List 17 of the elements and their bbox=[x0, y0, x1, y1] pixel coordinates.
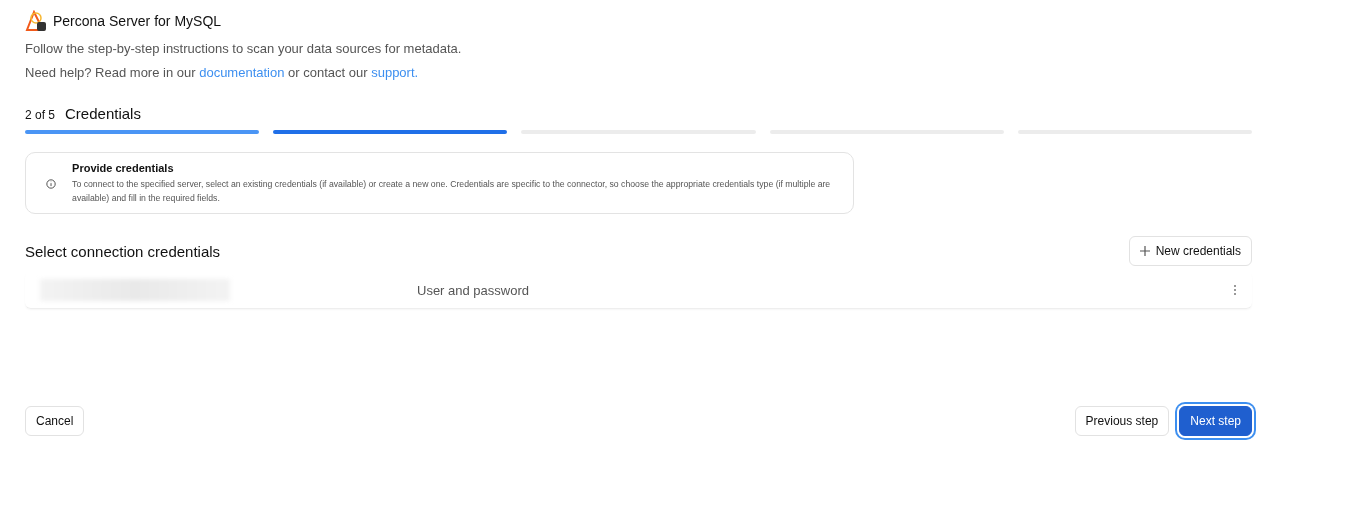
step-title: Credentials bbox=[65, 105, 141, 122]
cancel-button[interactable]: Cancel bbox=[25, 406, 85, 436]
page-subtitle: Follow the step-by-step instructions to scan your data sources for metadata. bbox=[25, 41, 463, 56]
previous-step-button[interactable]: Previous step bbox=[1074, 406, 1170, 436]
info-title: Provide credentials bbox=[72, 162, 175, 174]
info-text: To connect to the specified server, select an existing credentials (if available) or create a new one. Credentials are specific to the connector, so choose the appropriate credentials type (if multiple are available) and fill in the required fields. bbox=[72, 178, 832, 205]
info-icon bbox=[46, 177, 57, 190]
help-text: Need help? Read more in our documentation or contact our support. bbox=[25, 65, 420, 80]
plus-icon bbox=[1139, 246, 1150, 256]
more-icon[interactable] bbox=[1233, 284, 1237, 296]
page-title: Percona Server for MySQL bbox=[53, 13, 222, 29]
logo-icon bbox=[25, 10, 47, 32]
section-title: Select connection credentials bbox=[25, 242, 221, 260]
credential-row[interactable]: User and password bbox=[25, 272, 1252, 309]
credential-type: User and password bbox=[417, 282, 530, 298]
step-counter: 2 of 5 bbox=[25, 108, 56, 122]
new-credentials-button[interactable]: New credentials bbox=[1128, 236, 1252, 266]
